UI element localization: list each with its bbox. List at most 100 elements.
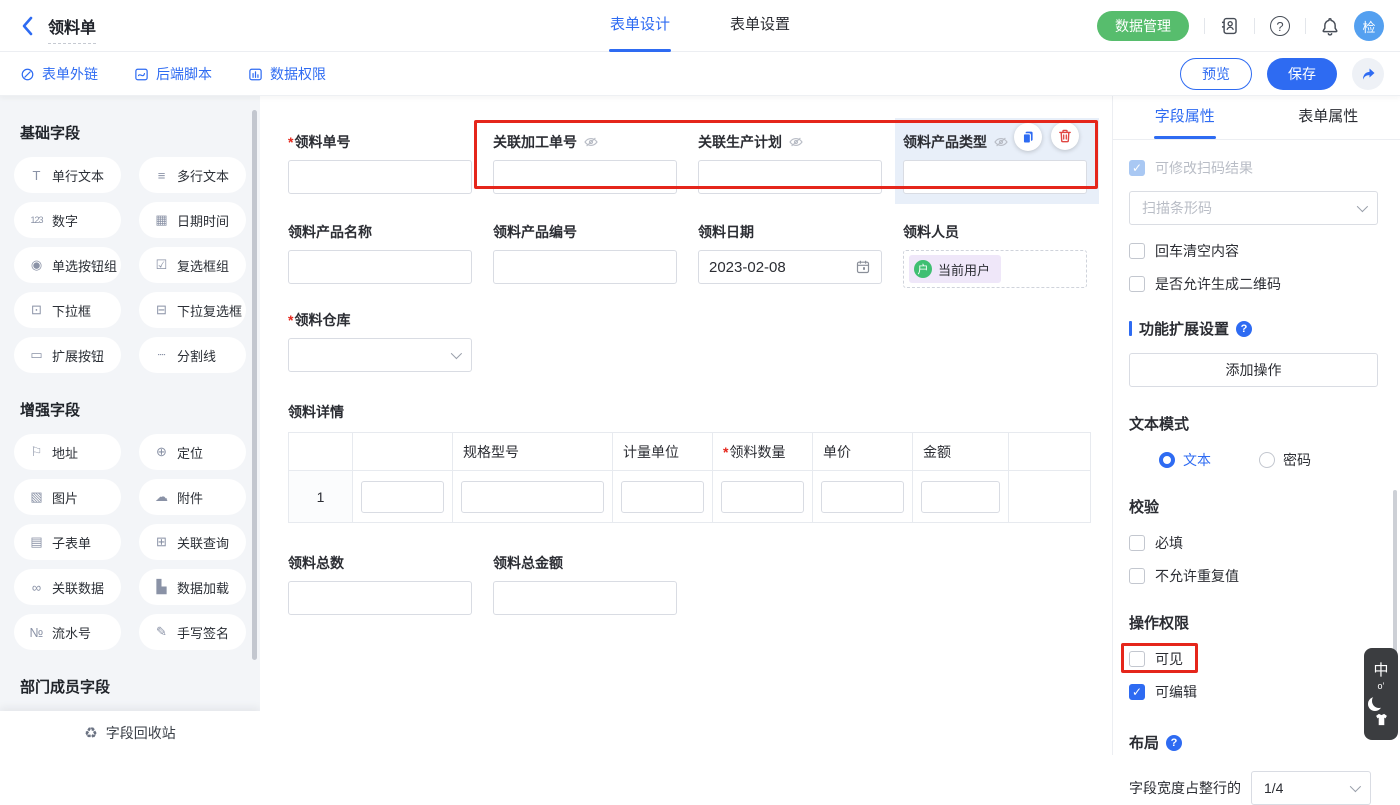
- preview-button[interactable]: 预览: [1180, 58, 1252, 90]
- field-total-amount[interactable]: 领料总金额: [493, 553, 677, 615]
- moon-icon[interactable]: [1372, 694, 1386, 708]
- field-item-datetime[interactable]: ▦日期时间: [139, 202, 246, 238]
- ime-language-toggle[interactable]: 中: [1373, 663, 1388, 679]
- field-item-linked-data[interactable]: ∞关联数据: [14, 569, 121, 605]
- field-item-attachment[interactable]: ☁附件: [139, 479, 246, 515]
- field-item-subform[interactable]: ▤子表单: [14, 524, 121, 560]
- chevron-down-icon: [1350, 781, 1361, 792]
- no-duplicate-checkbox[interactable]: [1129, 568, 1145, 584]
- tab-form-properties[interactable]: 表单属性: [1257, 96, 1400, 139]
- help-question-icon[interactable]: ?: [1236, 321, 1252, 337]
- number-icon: 123: [29, 215, 44, 225]
- person-field-box[interactable]: 户 当前用户: [903, 250, 1087, 288]
- cell-input[interactable]: [621, 481, 704, 513]
- user-avatar[interactable]: 检: [1354, 11, 1384, 41]
- cell-input[interactable]: [461, 481, 604, 513]
- canvas-row-2: 领料产品名称 领料产品编号 领料日期 2023-02-08 领料人员 户: [288, 222, 1112, 288]
- field-product-name[interactable]: 领料产品名称: [288, 222, 472, 288]
- skin-shirt-icon[interactable]: [1374, 713, 1389, 726]
- linked-production-plan-input[interactable]: [698, 160, 882, 194]
- field-requisition-person[interactable]: 领料人员 户 当前用户: [903, 222, 1087, 288]
- editable-checkbox[interactable]: [1129, 684, 1145, 700]
- field-item-divider[interactable]: ┈分割线: [139, 337, 246, 373]
- form-external-link[interactable]: 表单外链: [20, 64, 98, 84]
- col-spec-model[interactable]: 规格型号: [453, 433, 613, 471]
- help-question-icon[interactable]: ?: [1166, 735, 1182, 751]
- field-item-dropdown[interactable]: ⊡下拉框: [14, 292, 121, 328]
- field-warehouse[interactable]: *领料仓库: [288, 310, 472, 372]
- col-unit[interactable]: 计量单位: [613, 433, 713, 471]
- sidebar-scrollbar[interactable]: [252, 110, 257, 660]
- cell-input[interactable]: [361, 481, 444, 513]
- data-permission-link[interactable]: 数据权限: [248, 64, 326, 84]
- field-item-label: 单行文本: [52, 166, 104, 185]
- field-recycle-bin[interactable]: ♻ 字段回收站: [0, 711, 260, 755]
- allow-qrcode-checkbox[interactable]: [1129, 276, 1145, 292]
- field-requisition-no[interactable]: *领料单号: [288, 132, 472, 194]
- ime-punctuation-icon[interactable]: o’: [1377, 681, 1384, 691]
- col-quantity[interactable]: *领料数量: [713, 433, 813, 471]
- product-name-input[interactable]: [288, 250, 472, 284]
- tab-form-design[interactable]: 表单设计: [610, 0, 670, 52]
- data-manage-button[interactable]: 数据管理: [1097, 11, 1189, 41]
- field-total-quantity[interactable]: 领料总数: [288, 553, 472, 615]
- help-icon[interactable]: ?: [1270, 16, 1290, 36]
- editable-label: 可编辑: [1155, 682, 1197, 702]
- field-item-multi-text[interactable]: ≡多行文本: [139, 157, 246, 193]
- warehouse-select[interactable]: [288, 338, 472, 372]
- contacts-icon[interactable]: [1220, 17, 1239, 35]
- product-type-input[interactable]: [903, 160, 1087, 194]
- field-item-image[interactable]: ▧图片: [14, 479, 121, 515]
- field-item-label: 手写签名: [177, 623, 229, 642]
- form-title[interactable]: 领料单: [48, 14, 96, 44]
- notification-bell-icon[interactable]: [1321, 17, 1339, 36]
- current-user-tag[interactable]: 户 当前用户: [909, 255, 1001, 283]
- field-item-serial-number[interactable]: №流水号: [14, 614, 121, 650]
- tab-form-settings[interactable]: 表单设置: [730, 0, 790, 52]
- cell-input[interactable]: [721, 481, 804, 513]
- total-quantity-input[interactable]: [288, 581, 472, 615]
- required-checkbox[interactable]: [1129, 535, 1145, 551]
- field-requisition-date[interactable]: 领料日期 2023-02-08: [698, 222, 882, 288]
- cell-input[interactable]: [921, 481, 1000, 513]
- share-icon[interactable]: [1352, 58, 1384, 90]
- field-item-multi-dropdown[interactable]: ⊟下拉复选框: [139, 292, 246, 328]
- section-member-fields: 部门成员字段: [20, 676, 246, 697]
- field-item-extend-button[interactable]: ▭扩展按钮: [14, 337, 121, 373]
- add-action-button[interactable]: 添加操作: [1129, 353, 1378, 387]
- field-item-radio-group[interactable]: ◉单选按钮组: [14, 247, 121, 283]
- field-linked-production-plan[interactable]: 关联生产计划: [698, 132, 882, 194]
- field-label: 关联生产计划: [698, 132, 782, 152]
- tab-field-properties[interactable]: 字段属性: [1113, 96, 1257, 139]
- save-button[interactable]: 保存: [1267, 58, 1337, 90]
- product-code-input[interactable]: [493, 250, 677, 284]
- field-item-address[interactable]: ⚐地址: [14, 434, 121, 470]
- field-item-location[interactable]: ⊕定位: [139, 434, 246, 470]
- field-item-checkbox-group[interactable]: ☑复选框组: [139, 247, 246, 283]
- back-icon[interactable]: [20, 16, 36, 36]
- field-linked-process-order[interactable]: 关联加工单号: [493, 132, 677, 194]
- total-amount-input[interactable]: [493, 581, 677, 615]
- field-item-signature[interactable]: ✎手写签名: [139, 614, 246, 650]
- delete-field-button[interactable]: [1051, 122, 1079, 150]
- date-input[interactable]: 2023-02-08: [698, 250, 882, 284]
- panel-scrollbar[interactable]: [1393, 490, 1397, 665]
- field-item-linked-query[interactable]: ⊞关联查询: [139, 524, 246, 560]
- copy-field-button[interactable]: [1014, 123, 1042, 151]
- linked-process-order-input[interactable]: [493, 160, 677, 194]
- radio-text-option[interactable]: 文本: [1159, 450, 1211, 470]
- visible-checkbox[interactable]: [1129, 651, 1145, 667]
- field-product-code[interactable]: 领料产品编号: [493, 222, 677, 288]
- field-item-single-text[interactable]: T单行文本: [14, 157, 121, 193]
- col-amount[interactable]: 金额: [913, 433, 1009, 471]
- requisition-no-input[interactable]: [288, 160, 472, 194]
- toolbar-actions: 预览 保存: [1180, 58, 1384, 90]
- radio-password-option[interactable]: 密码: [1259, 450, 1311, 470]
- field-width-select[interactable]: 1/4: [1251, 771, 1371, 805]
- col-unit-price[interactable]: 单价: [813, 433, 913, 471]
- field-item-number[interactable]: 123数字: [14, 202, 121, 238]
- backend-script-link[interactable]: 后端脚本: [134, 64, 212, 84]
- cell-input[interactable]: [821, 481, 904, 513]
- clear-on-enter-checkbox[interactable]: [1129, 243, 1145, 259]
- field-item-data-load[interactable]: ▙数据加载: [139, 569, 246, 605]
